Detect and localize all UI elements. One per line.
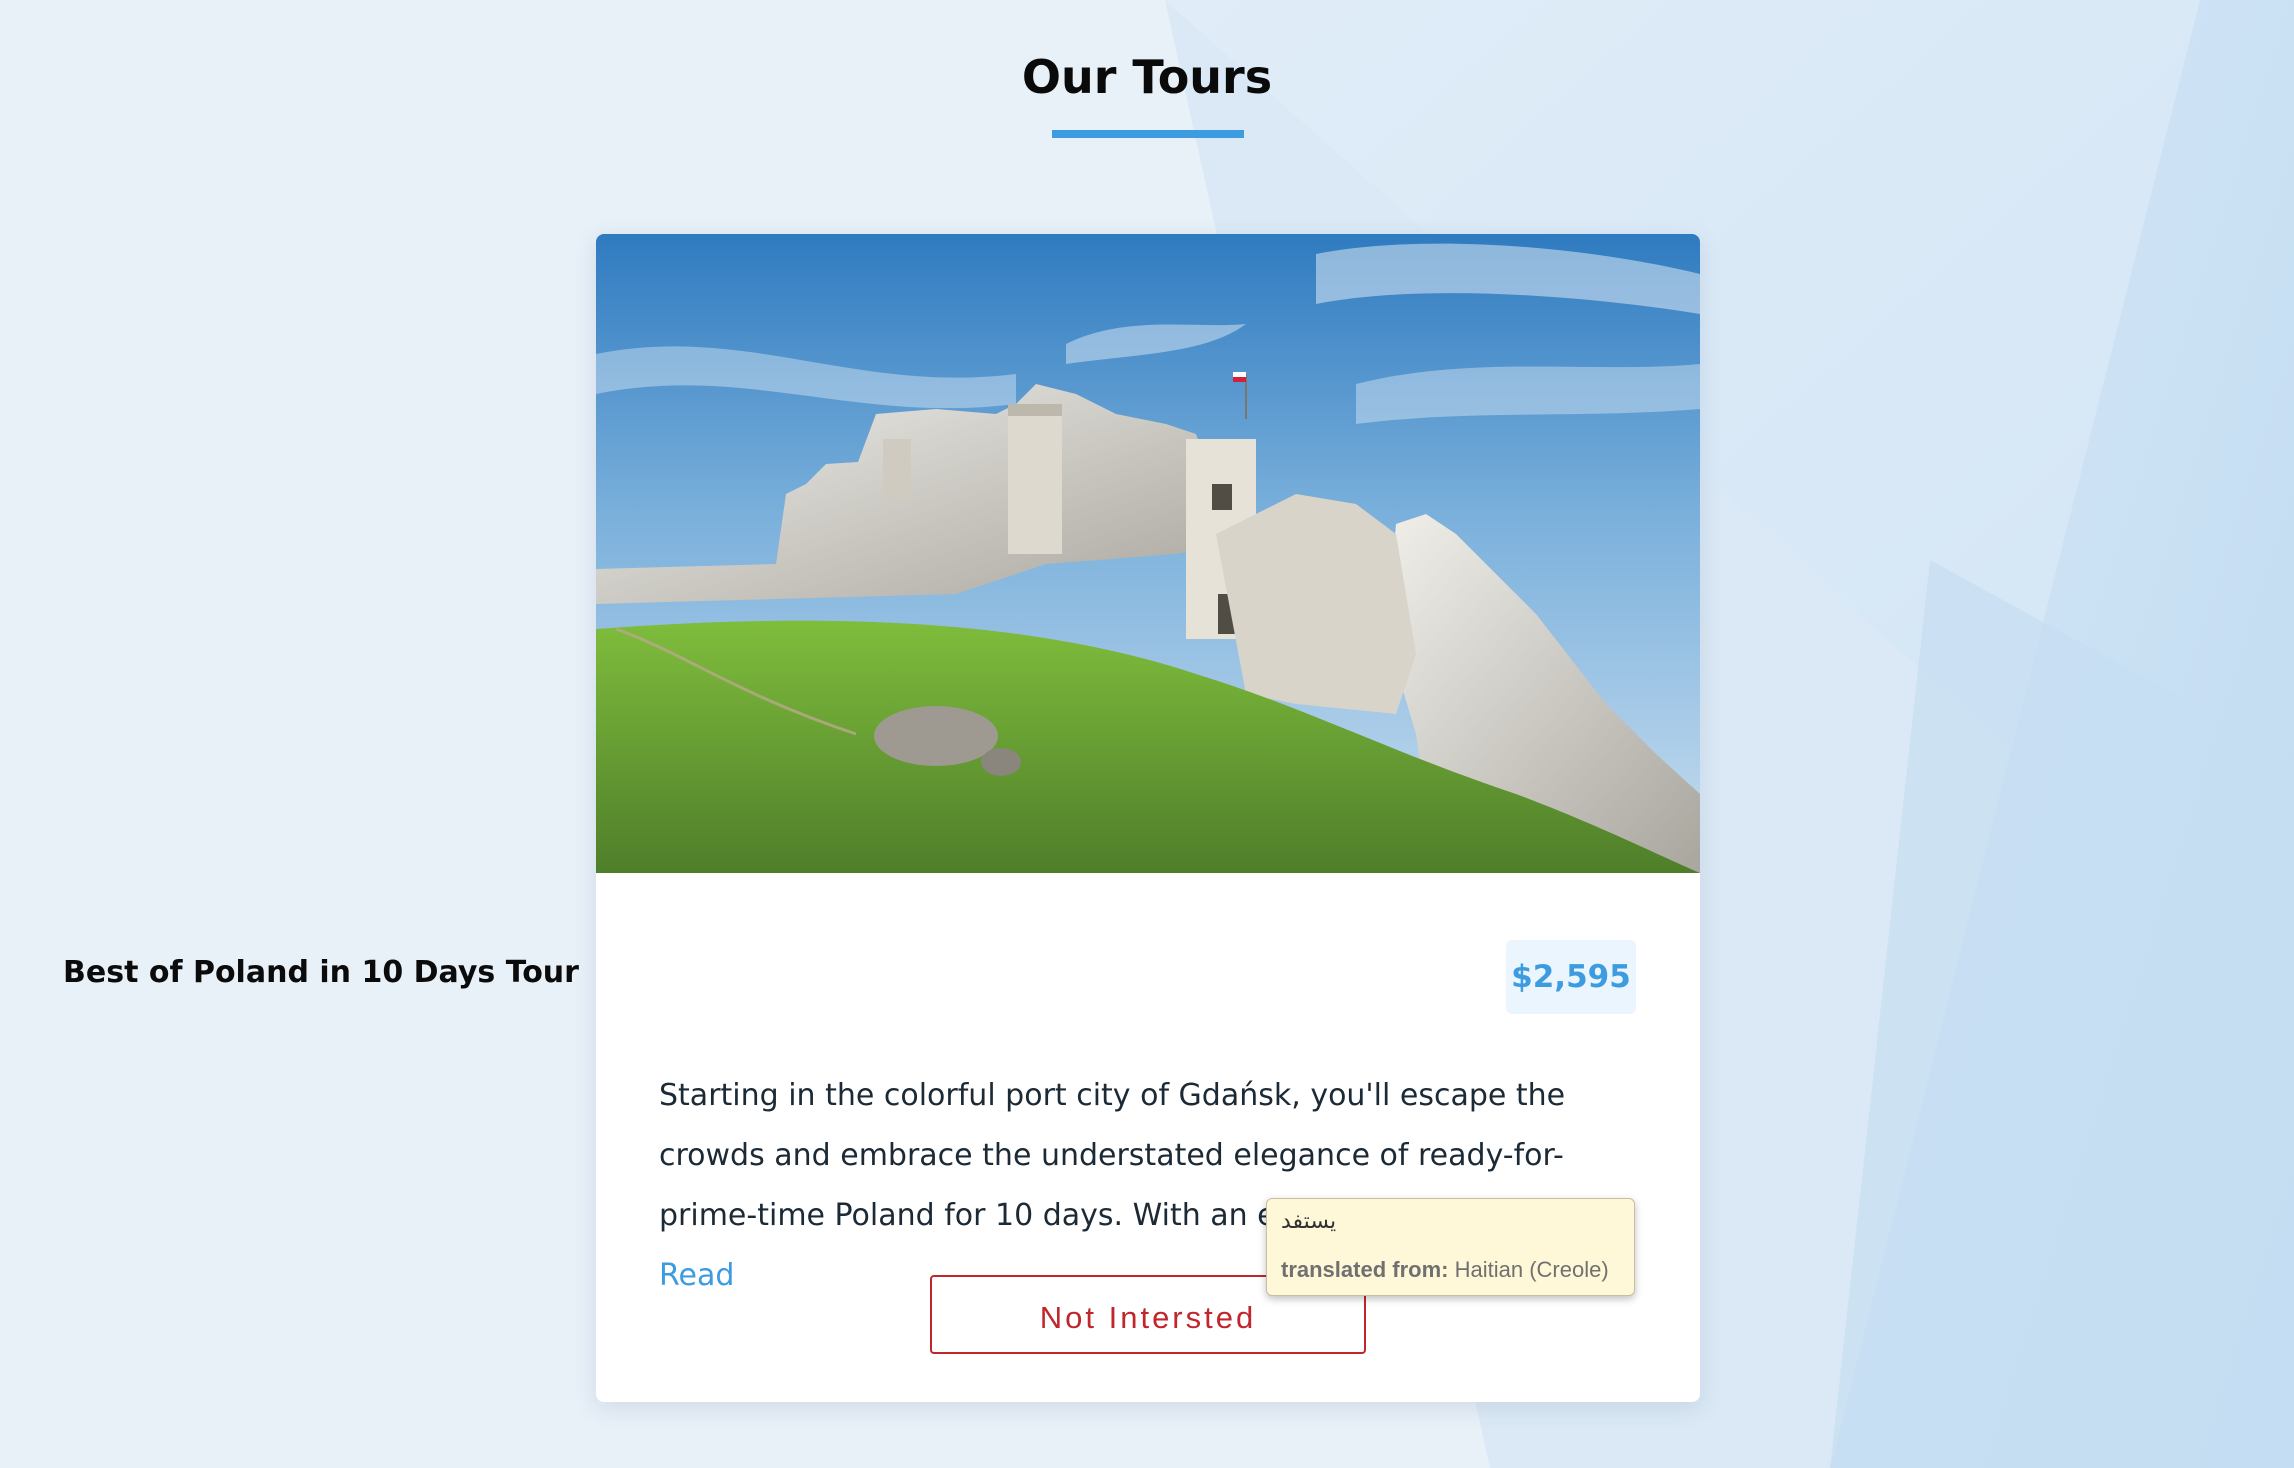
tooltip-source: translated from: Haitian (Creole) bbox=[1281, 1257, 1609, 1283]
price-badge: $2,595 bbox=[1506, 940, 1636, 1014]
title-underline bbox=[1052, 130, 1244, 138]
page-title: Our Tours bbox=[1021, 50, 1273, 104]
tooltip-translated-text: يستفد bbox=[1281, 1209, 1337, 1234]
tour-image-castle[interactable] bbox=[596, 234, 1700, 873]
translation-tooltip: يستفد translated from: Haitian (Creole) bbox=[1266, 1198, 1635, 1296]
tooltip-source-language: Haitian (Creole) bbox=[1454, 1257, 1609, 1282]
tour-title: Best of Poland in 10 Days Tour bbox=[63, 955, 579, 990]
read-more-link[interactable]: Read bbox=[659, 1258, 734, 1293]
tooltip-source-label: translated from: bbox=[1281, 1257, 1449, 1282]
